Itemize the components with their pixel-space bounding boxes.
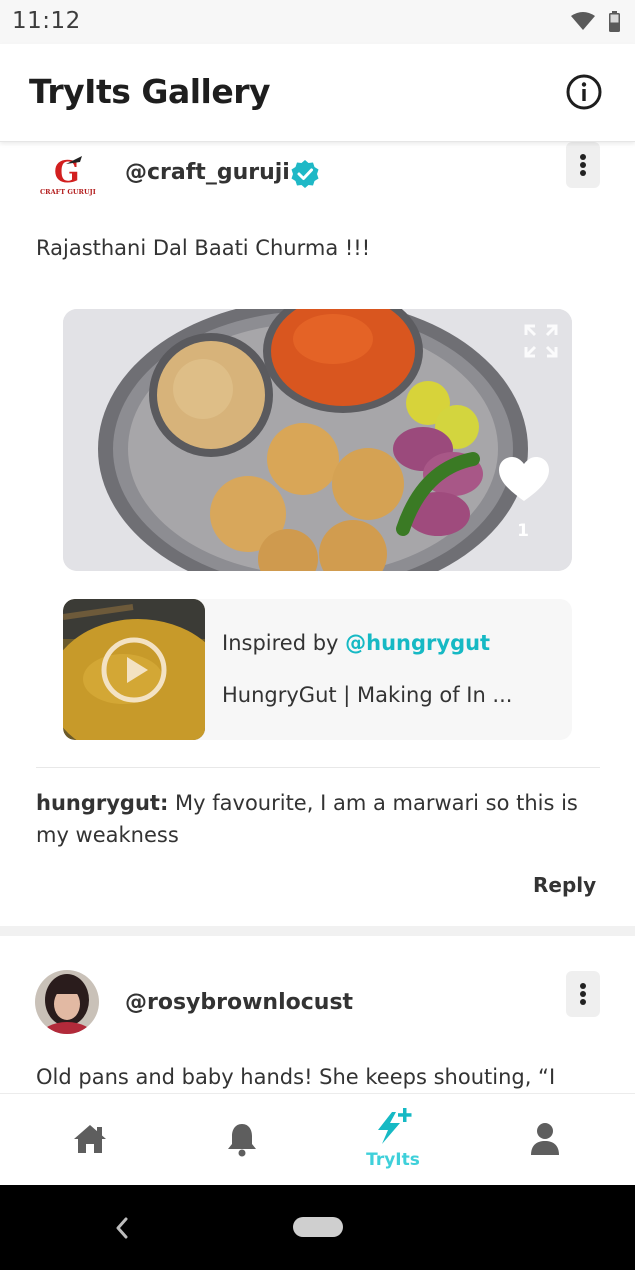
nav-notifications[interactable] — [192, 1094, 292, 1186]
more-options-button[interactable] — [566, 971, 600, 1017]
expand-icon[interactable] — [523, 323, 559, 359]
avatar-photo — [35, 970, 99, 1034]
page-title: TryIts Gallery — [29, 72, 271, 111]
dot — [580, 170, 586, 176]
back-icon[interactable] — [112, 1215, 132, 1241]
post-username[interactable]: @rosybrownlocust — [125, 990, 353, 1015]
post-separator — [0, 926, 635, 936]
status-bar: 11:12 — [0, 0, 635, 44]
nav-profile[interactable] — [495, 1094, 595, 1186]
more-options-button[interactable] — [566, 142, 600, 188]
heart-icon[interactable] — [497, 455, 551, 505]
system-nav-bar — [0, 1185, 635, 1270]
home-pill[interactable] — [293, 1217, 343, 1237]
profile-icon — [531, 1123, 559, 1155]
play-icon[interactable] — [101, 637, 167, 703]
inspired-by-card[interactable]: Inspired by @hungrygut HungryGut | Makin… — [63, 599, 572, 740]
logo-wordmark: CRAFT GURUJI — [40, 188, 96, 196]
food-photo — [63, 309, 572, 571]
inspired-by-handle[interactable]: @hungrygut — [345, 631, 490, 655]
comment-username[interactable]: hungrygut: — [36, 791, 168, 815]
dot — [580, 983, 586, 989]
dot — [580, 162, 586, 168]
post-caption: Rajasthani Dal Baati Churma !!! — [36, 236, 371, 260]
post-caption: Old pans and baby hands! She keeps shout… — [36, 1065, 556, 1089]
reply-button[interactable]: Reply — [533, 873, 596, 897]
inspired-by-text: Inspired by @hungrygut — [222, 631, 490, 655]
app-header: TryIts Gallery — [0, 44, 635, 142]
video-thumbnail[interactable] — [63, 599, 205, 740]
post-username[interactable]: @craft_guruji — [125, 160, 290, 185]
verified-badge-icon — [291, 160, 319, 188]
inspired-by-prefix: Inspired by — [222, 631, 346, 655]
nav-tryits[interactable]: TryIts — [343, 1094, 443, 1186]
home-icon — [74, 1125, 106, 1153]
like-count: 1 — [517, 521, 529, 541]
divider — [36, 767, 600, 768]
avatar[interactable] — [35, 970, 99, 1034]
comment: hungrygut: My favourite, I am a marwari … — [36, 787, 600, 851]
feed: G CRAFT GURUJI @craft_guruji Rajasthani … — [0, 142, 635, 1093]
tryits-bolt-icon — [378, 1108, 412, 1144]
post-image[interactable]: 1 — [63, 309, 572, 571]
video-title: HungryGut | Making of In ... — [222, 683, 513, 707]
nav-tryits-label: TryIts — [366, 1150, 420, 1170]
bottom-nav: TryIts — [0, 1093, 635, 1185]
dot — [580, 991, 586, 997]
wifi-battery-icons — [571, 11, 620, 32]
avatar[interactable]: G CRAFT GURUJI — [36, 152, 100, 204]
nav-home[interactable] — [40, 1094, 140, 1186]
dot — [580, 999, 586, 1005]
status-time: 11:12 — [12, 8, 81, 34]
bell-icon — [228, 1124, 256, 1157]
info-icon[interactable] — [564, 72, 604, 112]
dot — [580, 154, 586, 160]
